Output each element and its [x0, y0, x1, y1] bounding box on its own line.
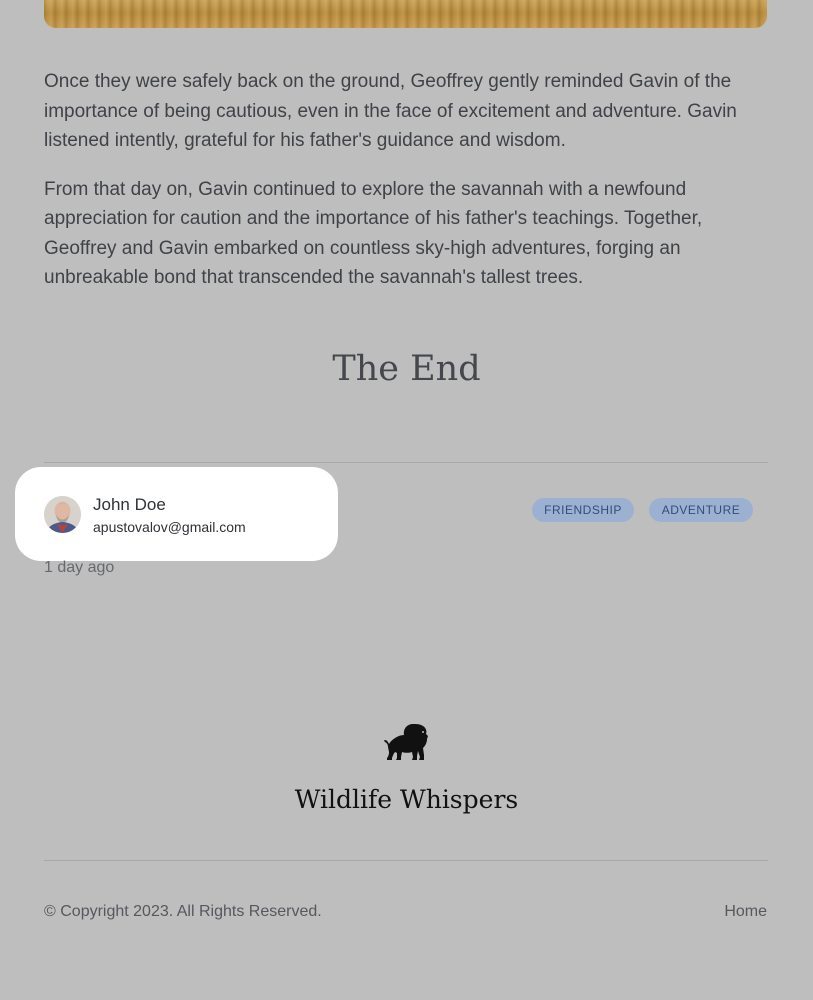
tag-friendship[interactable]: FRIENDSHIP: [532, 498, 634, 522]
footer-divider: [44, 860, 768, 861]
author-card[interactable]: John Doe apustovalov@gmail.com: [15, 467, 338, 561]
story-ending-title: The End: [332, 349, 481, 389]
divider: [44, 462, 768, 463]
story-body: Once they were safely back on the ground…: [44, 67, 774, 312]
lion-icon: [384, 724, 428, 760]
story-paragraph: Once they were safely back on the ground…: [44, 71, 737, 151]
page: Once they were safely back on the ground…: [0, 0, 813, 1000]
author-name[interactable]: John Doe: [93, 495, 166, 515]
story-image: [44, 0, 767, 28]
author-email: apustovalov@gmail.com: [93, 519, 246, 535]
tag-adventure[interactable]: ADVENTURE: [649, 498, 753, 522]
post-timestamp: 1 day ago: [44, 559, 115, 576]
avatar-photo: [44, 496, 81, 533]
avatar[interactable]: [44, 496, 81, 533]
story-paragraph: From that day on, Gavin continued to exp…: [44, 178, 703, 289]
brand-name: Wildlife Whispers: [294, 785, 519, 814]
copyright-text: © Copyright 2023. All Rights Reserved.: [44, 903, 322, 920]
home-link[interactable]: Home: [724, 903, 767, 921]
